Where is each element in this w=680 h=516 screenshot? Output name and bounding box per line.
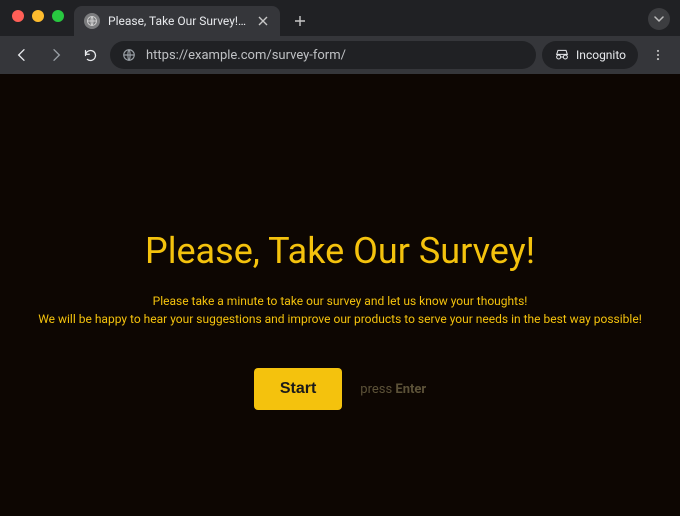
page-heading: Please, Take Our Survey! [145, 230, 535, 272]
incognito-icon [554, 47, 570, 63]
tab-bar: Please, Take Our Survey! – Fl… [0, 0, 680, 36]
incognito-label: Incognito [576, 48, 626, 62]
menu-button[interactable] [644, 41, 672, 69]
forward-button[interactable] [42, 41, 70, 69]
browser-tab[interactable]: Please, Take Our Survey! – Fl… [74, 6, 280, 36]
close-tab-icon[interactable] [256, 14, 270, 28]
toolbar: https://example.com/survey-form/ Incogni… [0, 36, 680, 74]
page-subtext: Please take a minute to take our survey … [38, 292, 642, 328]
subtext-line-1: Please take a minute to take our survey … [38, 292, 642, 310]
subtext-line-2: We will be happy to hear your suggestion… [38, 310, 642, 328]
start-button[interactable]: Start [254, 368, 342, 410]
dropdown-icon[interactable] [648, 8, 670, 30]
close-window-button[interactable] [12, 10, 24, 22]
incognito-badge[interactable]: Incognito [542, 41, 638, 69]
cta-row: Start press Enter [254, 368, 426, 410]
back-button[interactable] [8, 41, 36, 69]
window-controls [12, 10, 64, 22]
tab-title: Please, Take Our Survey! – Fl… [108, 14, 248, 28]
globe-icon [84, 13, 100, 29]
minimize-window-button[interactable] [32, 10, 44, 22]
maximize-window-button[interactable] [52, 10, 64, 22]
site-info-icon[interactable] [122, 48, 136, 62]
keyboard-hint: press Enter [360, 382, 426, 397]
url-text: https://example.com/survey-form/ [146, 48, 346, 63]
address-bar[interactable]: https://example.com/survey-form/ [110, 41, 536, 69]
page-content: Please, Take Our Survey! Please take a m… [0, 74, 680, 516]
new-tab-button[interactable] [286, 7, 314, 35]
reload-button[interactable] [76, 41, 104, 69]
